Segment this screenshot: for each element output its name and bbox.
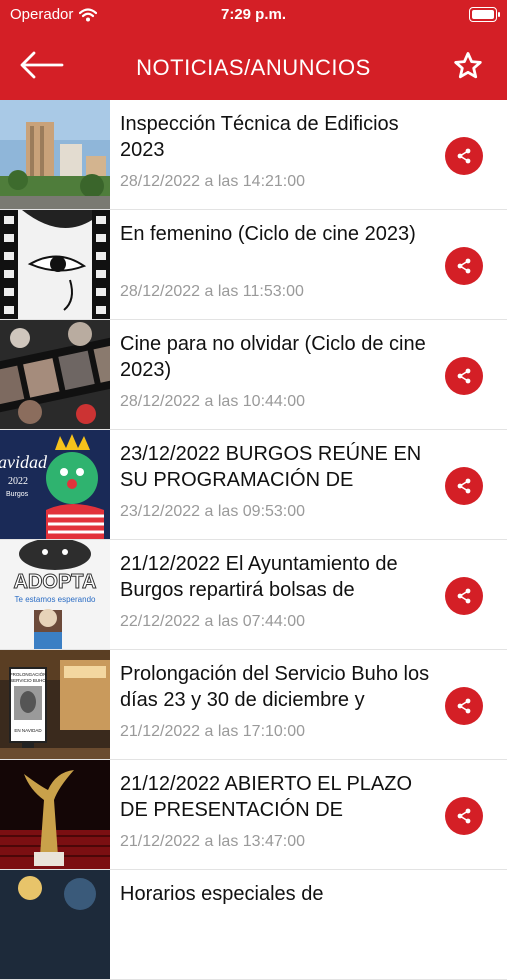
- news-item[interactable]: Cine para no olvidar (Ciclo de cine 2023…: [0, 320, 507, 430]
- thumb-text-navidad: avidad: [0, 452, 48, 472]
- share-icon: [457, 808, 471, 824]
- share-icon: [457, 368, 471, 384]
- star-outline-icon[interactable]: [453, 51, 483, 81]
- news-date: 22/12/2022 a las 07:44:00: [120, 613, 306, 630]
- share-icon: [457, 148, 471, 164]
- news-item[interactable]: Horarios especiales de: [0, 870, 507, 980]
- news-title: En femenino (Ciclo de cine 2023): [120, 223, 416, 245]
- thumb-text-city: Burgos: [6, 491, 29, 498]
- share-icon: [457, 588, 471, 604]
- thumb-text-adopta: ADOPTA: [14, 571, 97, 593]
- news-date: 23/12/2022 a las 09:53:00: [120, 503, 306, 520]
- share-button[interactable]: [445, 577, 483, 615]
- thumb-text-buho-1: PROLONGACIÓN: [10, 671, 47, 677]
- news-title: 21/12/2022 El Ayuntamiento de Burgos rep…: [120, 553, 398, 601]
- share-icon: [457, 258, 471, 274]
- thumb-text-buho-3: EN NAVIDAD: [14, 728, 42, 733]
- news-item[interactable]: PROLONGACIÓN SERVICIO BUHO EN NAVIDAD Pr…: [0, 650, 507, 760]
- news-thumbnail: [0, 320, 110, 429]
- status-time: 7:29 p.m.: [220, 6, 287, 23]
- news-item[interactable]: En femenino (Ciclo de cine 2023) 28/12/2…: [0, 210, 507, 320]
- news-date: 28/12/2022 a las 10:44:00: [120, 393, 306, 410]
- news-title: Cine para no olvidar (Ciclo de cine 2023…: [120, 333, 426, 381]
- nav-bar: NOTICIAS/ANUNCIOS: [0, 30, 507, 100]
- share-icon: [457, 478, 471, 494]
- news-thumbnail: ADOPTA Te estamos esperando: [0, 540, 110, 649]
- news-title: 21/12/2022 ABIERTO EL PLAZO DE PRESENTAC…: [120, 773, 413, 821]
- news-title: 23/12/2022 BURGOS REÚNE EN SU PROGRAMACI…: [120, 443, 422, 491]
- news-title: Horarios especiales de: [120, 883, 324, 905]
- thumb-text-buho-2: SERVICIO BUHO: [10, 678, 46, 683]
- thumb-text-adopta-sub: Te estamos esperando: [15, 595, 96, 604]
- news-date: 28/12/2022 a las 14:21:00: [120, 173, 306, 190]
- share-icon: [457, 698, 471, 714]
- share-button[interactable]: [445, 467, 483, 505]
- news-date: 21/12/2022 a las 13:47:00: [120, 833, 306, 850]
- news-title: Inspección Técnica de Edificios 2023: [120, 113, 399, 161]
- news-thumbnail: [0, 210, 110, 319]
- news-thumbnail: [0, 100, 110, 209]
- news-title: Prolongación del Servicio Buho los días …: [120, 663, 430, 711]
- news-thumbnail: avidad 2022 Burgos: [0, 430, 110, 539]
- share-button[interactable]: [445, 247, 483, 285]
- share-button[interactable]: [445, 357, 483, 395]
- news-list: Inspección Técnica de Edificios 2023 28/…: [0, 100, 507, 980]
- battery-icon: [469, 7, 500, 22]
- share-button[interactable]: [445, 797, 483, 835]
- news-item[interactable]: Inspección Técnica de Edificios 2023 28/…: [0, 100, 507, 210]
- share-button[interactable]: [445, 687, 483, 725]
- news-thumbnail: [0, 760, 110, 869]
- share-button[interactable]: [445, 137, 483, 175]
- news-thumbnail: PROLONGACIÓN SERVICIO BUHO EN NAVIDAD: [0, 650, 110, 759]
- status-bar: Operador 7:29 p.m.: [0, 0, 507, 30]
- news-thumbnail: [0, 870, 110, 979]
- page-title: NOTICIAS/ANUNCIOS: [136, 55, 371, 80]
- news-date: 21/12/2022 a las 17:10:00: [120, 723, 306, 740]
- news-item[interactable]: avidad 2022 Burgos 23/12/2022 BURGOS REÚ…: [0, 430, 507, 540]
- news-item[interactable]: ADOPTA Te estamos esperando 21/12/2022 E…: [0, 540, 507, 650]
- thumb-text-year: 2022: [8, 476, 28, 487]
- news-date: 28/12/2022 a las 11:53:00: [120, 283, 304, 300]
- news-item[interactable]: 21/12/2022 ABIERTO EL PLAZO DE PRESENTAC…: [0, 760, 507, 870]
